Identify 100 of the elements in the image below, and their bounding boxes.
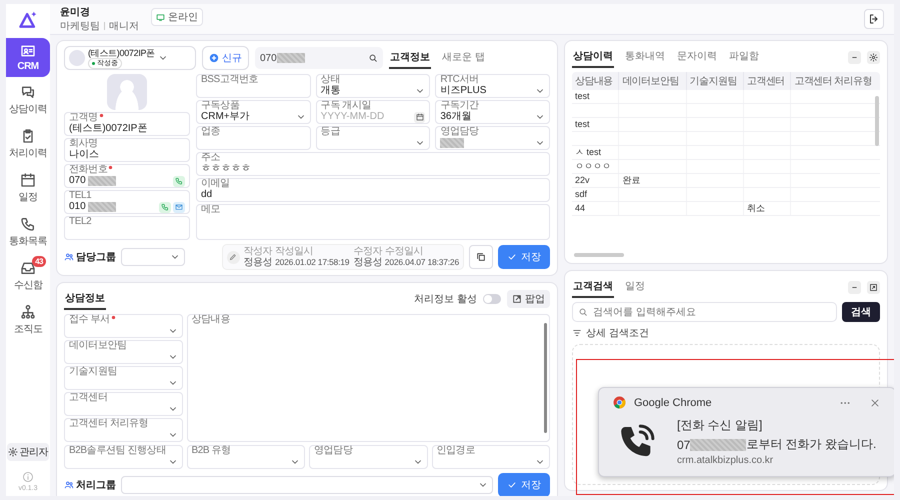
select-field[interactable]: 접수 부서 xyxy=(64,314,182,338)
text-field[interactable]: BSS고객번호 xyxy=(196,74,311,98)
table-cell: sdf xyxy=(575,189,588,199)
count-badge: 43 xyxy=(32,256,46,267)
close-icon[interactable] xyxy=(869,396,881,408)
notification-title: [전화 수신 알림] xyxy=(677,417,764,434)
check-icon xyxy=(507,252,517,262)
popup-button[interactable]: 팝업 xyxy=(507,290,550,308)
select-field[interactable]: 등급 xyxy=(316,126,430,150)
column-header[interactable]: 데이터보안팀 xyxy=(618,72,686,90)
group-label: 처리그룹 xyxy=(64,478,116,492)
copy-icon xyxy=(476,252,486,262)
minimize-button[interactable] xyxy=(848,50,861,64)
tab[interactable]: 고객검색 xyxy=(572,276,614,298)
column-header[interactable]: 기술지원팀 xyxy=(686,72,744,90)
notification-message: 07 xyxy=(677,438,690,452)
phone-icon xyxy=(20,216,36,232)
table-cell: ㅇㅇㅇㅇ xyxy=(575,161,611,171)
select-field[interactable]: B2B 유형 xyxy=(186,445,305,469)
nav-item[interactable]: 처리이력 xyxy=(6,123,50,165)
text-field[interactable]: 이메일 dd xyxy=(196,178,550,202)
text-field[interactable]: 고객명 (테스트)0072IP폰 xyxy=(64,112,190,136)
nav-item[interactable]: 일정 xyxy=(6,167,50,209)
column-header[interactable]: 상담내용 xyxy=(572,72,619,90)
select-field[interactable]: 구독상품 CRM+부가 xyxy=(196,100,311,124)
toggle-label: 처리정보 활성 xyxy=(414,293,477,306)
tab[interactable]: 파일함 xyxy=(728,46,760,68)
select-field[interactable]: 인입경로 xyxy=(432,445,550,469)
select-field[interactable]: 상태 개통 xyxy=(316,74,430,98)
phone-search-field[interactable]: 070 xyxy=(255,47,383,69)
nav-item[interactable]: 조직도 xyxy=(6,299,50,341)
select-field[interactable]: 구독기간 36개월 xyxy=(435,100,550,124)
avatar-icon xyxy=(69,50,85,66)
call-button[interactable] xyxy=(173,176,185,186)
settings-icon xyxy=(869,52,878,62)
minimize-button[interactable] xyxy=(848,280,861,294)
text-field[interactable]: 업종 xyxy=(196,126,311,150)
tab[interactable]: 일정 xyxy=(624,276,646,298)
tab[interactable]: 문자이력 xyxy=(676,46,718,68)
id-card-icon xyxy=(20,43,36,59)
date-field[interactable]: 구독 개시일 YYYY-MM-DD xyxy=(316,100,430,124)
logout-icon xyxy=(868,13,880,25)
logout-button[interactable] xyxy=(864,9,884,29)
expand-button[interactable] xyxy=(867,280,880,294)
select-field[interactable]: RTC서버 비즈PLUS xyxy=(435,74,550,98)
table-cell: test xyxy=(575,91,590,101)
tab[interactable]: 통화내역 xyxy=(624,46,666,68)
memo-field[interactable]: 상담내용 xyxy=(186,314,550,442)
admin-button[interactable]: 관리자 xyxy=(7,443,49,461)
search-button[interactable]: 검색 xyxy=(842,302,880,322)
new-button[interactable]: 신규 xyxy=(202,46,249,70)
column-header[interactable]: 고객센터 처리유형 xyxy=(790,72,880,90)
users-icon xyxy=(64,480,74,490)
edit-button[interactable] xyxy=(226,250,240,264)
call-button[interactable] xyxy=(159,202,171,212)
save-button[interactable]: 저장 xyxy=(498,245,550,269)
tab[interactable]: 상담이력 xyxy=(572,46,614,68)
mail-button[interactable] xyxy=(173,202,185,212)
info-icon[interactable] xyxy=(22,471,34,483)
select-field[interactable]: 영업담당 xyxy=(309,445,428,469)
copy-button[interactable] xyxy=(469,245,493,269)
table-cell: 44 xyxy=(575,203,586,213)
select-field[interactable]: 데이터보안팀 xyxy=(64,340,182,364)
popup-icon xyxy=(512,294,522,304)
text-field[interactable]: TEL2 xyxy=(64,216,190,240)
text-field[interactable]: 전화번호 070 xyxy=(64,164,190,188)
memo-field[interactable]: 메모 xyxy=(196,204,550,240)
search-icon xyxy=(578,307,588,317)
calendar-button[interactable] xyxy=(414,112,426,122)
nav-item[interactable]: 통화목록 xyxy=(6,211,50,253)
toggle-switch[interactable] xyxy=(483,294,501,304)
column-header[interactable]: 고객센터 xyxy=(744,72,791,90)
scrollbar[interactable] xyxy=(544,323,547,433)
browser-logo-icon xyxy=(613,396,626,409)
select-field[interactable]: 기술지원팀 xyxy=(64,366,182,390)
avatar-icon xyxy=(107,74,147,110)
user-name: 윤미경 xyxy=(60,6,91,19)
select-field[interactable]: 고객센터 xyxy=(64,392,182,416)
text-field[interactable]: 주소 ㅎㅎㅎㅎㅎ xyxy=(196,152,550,176)
settings-button[interactable] xyxy=(867,50,880,64)
text-field[interactable]: TEL1 010 xyxy=(64,190,190,214)
nav-item[interactable]: 상담이력 xyxy=(6,79,50,121)
select-field[interactable]: 고객센터 처리유형 xyxy=(64,418,182,442)
section-tab[interactable]: 상담정보 xyxy=(64,288,106,310)
nav-item[interactable]: 43 수신함 xyxy=(6,255,50,297)
nav-item[interactable]: CRM xyxy=(6,38,50,77)
inbox-icon xyxy=(20,260,36,276)
search-field[interactable]: 검색어를 입력해주세요 xyxy=(572,302,837,322)
audit-value: 2026.04.07 18:37:26 xyxy=(384,257,459,268)
tab[interactable]: 새로운 탭 xyxy=(441,47,486,69)
select-field[interactable]: 영업담당 xyxy=(435,126,550,150)
group-label: 담당그룹 xyxy=(64,250,116,264)
plus-icon xyxy=(209,53,219,63)
tab[interactable]: 고객정보 xyxy=(389,47,431,69)
mail-icon xyxy=(175,203,183,211)
filter-toggle[interactable]: 상세 검색조건 xyxy=(572,326,649,340)
save-button[interactable]: 저장 xyxy=(498,473,550,496)
text-field[interactable]: 회사명 나이스 xyxy=(64,138,190,162)
audit-label: 수정자 xyxy=(353,246,382,257)
select-field[interactable]: B2B솔루션팀 진행상태 xyxy=(64,445,182,469)
